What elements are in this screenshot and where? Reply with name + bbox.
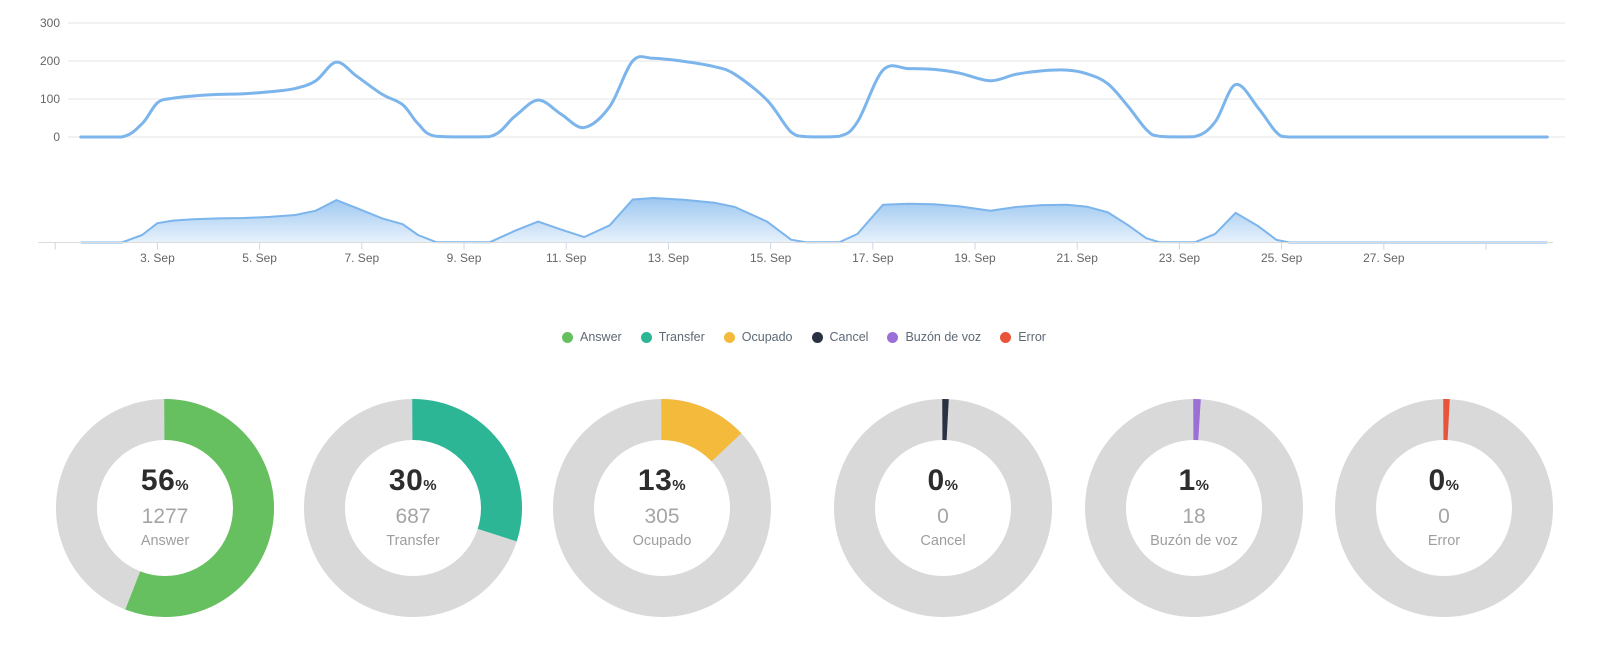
donut-error: 0%0Error (1329, 393, 1559, 623)
donut-ring (50, 393, 280, 623)
donut-ocupado: 13%305Ocupado (547, 393, 777, 623)
x-axis-label: 23. Sep (1159, 251, 1201, 265)
donut-cancel: 0%0Cancel (828, 393, 1058, 623)
legend-item-cancel[interactable]: Cancel (812, 330, 869, 344)
legend-item-transfer[interactable]: Transfer (641, 330, 705, 344)
x-axis-label: 19. Sep (954, 251, 996, 265)
legend-label: Error (1018, 330, 1046, 344)
legend-item-ocupado[interactable]: Ocupado (724, 330, 793, 344)
donut-answer: 56%1277Answer (50, 393, 280, 623)
x-axis-label: 13. Sep (648, 251, 690, 265)
chart-legend: Answer Transfer Ocupado Cancel Buzón de voz E… (0, 322, 1608, 352)
x-axis-label: 11. Sep (546, 251, 587, 265)
donut-transfer: 30%687Transfer (298, 393, 528, 623)
call-statistics-dashboard: 0 100 200 300 3. Sep 5. Sep 7. Sep 9. Sep 11. Se… (0, 0, 1608, 651)
x-axis-label: 21. Sep (1057, 251, 1099, 265)
navigator-chart[interactable] (81, 198, 1548, 243)
y-axis-label: 200 (40, 54, 60, 68)
legend-label: Ocupado (742, 330, 793, 344)
legend-dot-icon (641, 332, 652, 343)
legend-item-buzón-de-voz[interactable]: Buzón de voz (887, 330, 981, 344)
y-axis-label: 0 (53, 130, 60, 144)
legend-dot-icon (562, 332, 573, 343)
x-axis-label: 7. Sep (344, 251, 379, 265)
main-series-line (81, 57, 1548, 137)
donut-buzón-de-voz: 1%18Buzón de voz (1079, 393, 1309, 623)
donut-ring (298, 393, 528, 623)
legend-item-error[interactable]: Error (1000, 330, 1046, 344)
donut-ring (1079, 393, 1309, 623)
legend-item-answer[interactable]: Answer (562, 330, 622, 344)
legend-label: Transfer (659, 330, 705, 344)
legend-dot-icon (812, 332, 823, 343)
legend-label: Buzón de voz (905, 330, 981, 344)
legend-label: Cancel (830, 330, 869, 344)
y-axis-label: 300 (40, 16, 60, 30)
x-axis-label: 27. Sep (1363, 251, 1405, 265)
legend-label: Answer (580, 330, 622, 344)
donut-ring (1329, 393, 1559, 623)
x-axis-label: 17. Sep (852, 251, 894, 265)
x-axis-label: 15. Sep (750, 251, 792, 265)
legend-dot-icon (724, 332, 735, 343)
y-grid: 0 100 200 300 (40, 16, 1565, 144)
donut-ring (828, 393, 1058, 623)
legend-dot-icon (887, 332, 898, 343)
donut-ring (547, 393, 777, 623)
x-axis: 3. Sep 5. Sep 7. Sep 9. Sep 11. Sep 13. Sep 15… (38, 243, 1553, 266)
y-axis-label: 100 (40, 92, 60, 106)
timeline-chart: 0 100 200 300 3. Sep 5. Sep 7. Sep 9. Sep 11. Se… (0, 0, 1608, 300)
x-axis-label: 25. Sep (1261, 251, 1303, 265)
x-axis-label: 9. Sep (447, 251, 482, 265)
x-axis-label: 3. Sep (140, 251, 175, 265)
x-axis-label: 5. Sep (242, 251, 277, 265)
legend-dot-icon (1000, 332, 1011, 343)
